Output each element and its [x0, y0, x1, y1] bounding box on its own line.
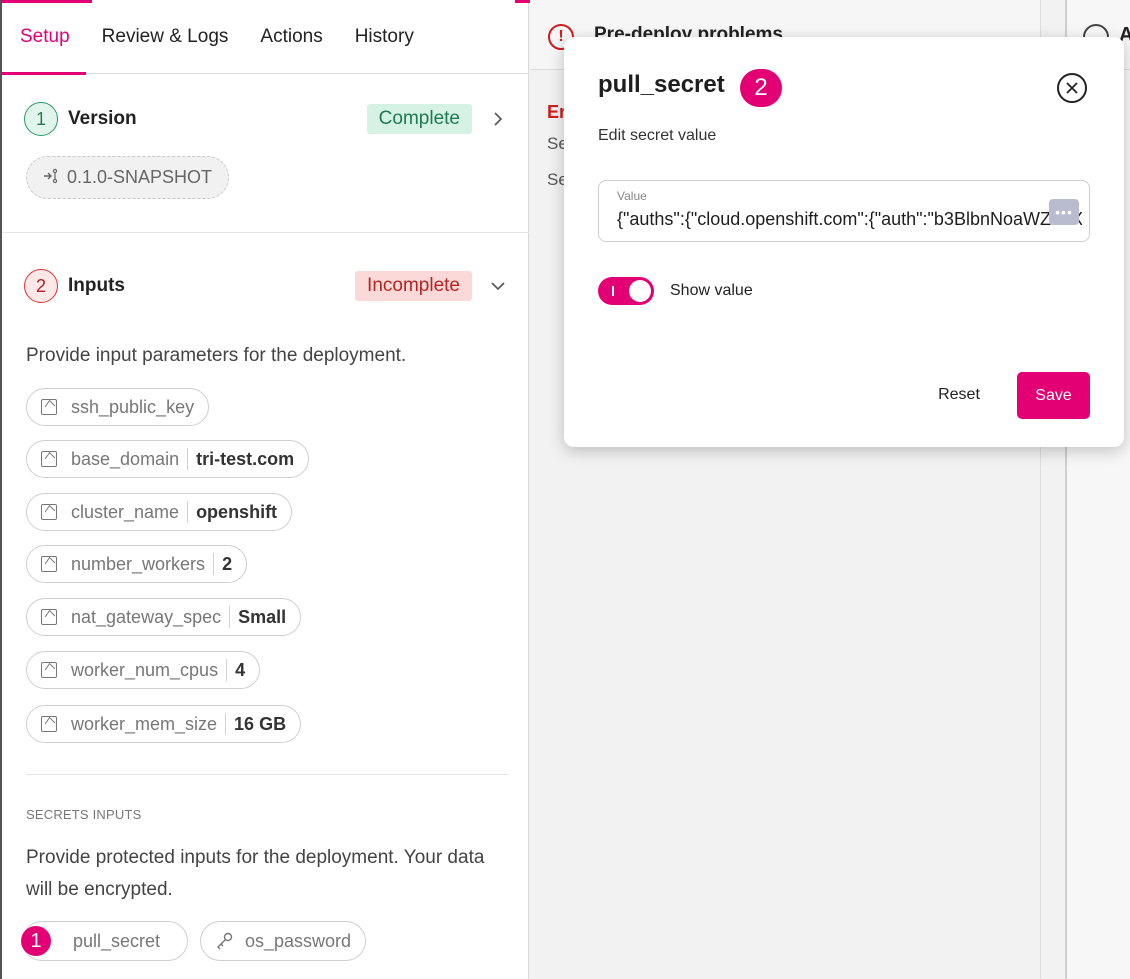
close-icon[interactable] — [1057, 73, 1087, 103]
show-value-label: Show value — [670, 282, 753, 299]
reset-button[interactable]: Reset — [924, 375, 994, 415]
popover-title: pull_secret — [598, 71, 725, 98]
step-marker-badge: 2 — [740, 69, 782, 107]
edit-icon — [41, 504, 57, 520]
inputs-description: Provide input parameters for the deploym… — [26, 345, 407, 366]
inputs-step-number: 2 — [24, 269, 58, 303]
secret-chip-os-password[interactable]: os_password — [200, 921, 367, 961]
input-value: tri-test.com — [196, 448, 295, 469]
edit-icon — [41, 399, 57, 415]
edit-icon — [41, 451, 57, 467]
input-chip-worker-num-cpus[interactable]: worker_num_cpus 4 — [26, 651, 261, 689]
chip-separator — [187, 448, 189, 470]
input-name: cluster_name — [71, 501, 180, 522]
input-chip-number-workers[interactable]: number_workers 2 — [26, 545, 248, 583]
input-value: Small — [238, 606, 287, 627]
toggle-knob — [629, 280, 651, 302]
version-title: Version — [68, 108, 137, 129]
input-chip-nat-gateway-spec[interactable]: nat_gateway_spec Small — [26, 598, 302, 636]
popover-subtitle: Edit secret value — [598, 127, 717, 144]
edit-secret-popover: pull_secret 2 Edit secret value Value {"… — [564, 37, 1124, 447]
edit-icon — [41, 609, 57, 625]
show-value-toggle[interactable] — [598, 277, 654, 305]
secret-name: pull_secret — [73, 930, 161, 951]
setup-panel: Setup Review & Logs Actions History 1 Ve… — [0, 0, 529, 979]
input-name: nat_gateway_spec — [71, 606, 222, 627]
secrets-heading: SECRETS INPUTS — [26, 807, 142, 822]
input-chip-ssh-public-key[interactable]: ssh_public_key — [26, 388, 210, 426]
input-chip-worker-mem-size[interactable]: worker_mem_size 16 GB — [26, 705, 302, 743]
secrets-description: Provide protected inputs for the deploym… — [26, 847, 485, 900]
secrets-divider — [26, 774, 508, 775]
inputs-title: Inputs — [68, 275, 125, 296]
step-marker-badge: 1 — [21, 926, 51, 956]
chip-separator — [226, 659, 228, 681]
input-value: 2 — [222, 553, 233, 574]
section-divider — [2, 232, 529, 233]
more-options-icon[interactable]: ••• — [1049, 199, 1079, 225]
input-value: 4 — [235, 659, 246, 680]
secret-chip-pull-secret[interactable]: 1 pull_secret — [21, 921, 188, 961]
chip-separator — [225, 713, 227, 735]
key-icon — [215, 931, 235, 951]
version-chip[interactable]: 0.1.0-SNAPSHOT — [26, 156, 230, 199]
input-chip-base-domain[interactable]: base_domain tri-test.com — [26, 440, 310, 478]
tab-review-logs[interactable]: Review & Logs — [86, 0, 245, 74]
chip-separator — [187, 501, 189, 523]
version-section-header[interactable]: 1 Version Complete — [24, 99, 508, 139]
tab-bar: Setup Review & Logs Actions History — [2, 0, 529, 75]
input-name: ssh_public_key — [71, 396, 195, 417]
edit-icon — [41, 556, 57, 572]
tab-history[interactable]: History — [339, 0, 430, 74]
save-button[interactable]: Save — [1017, 372, 1090, 419]
input-value: 16 GB — [234, 713, 287, 734]
input-value: openshift — [196, 501, 278, 522]
input-name: worker_num_cpus — [71, 659, 219, 680]
input-name: number_workers — [71, 553, 206, 574]
edit-icon — [41, 662, 57, 678]
chip-separator — [213, 553, 215, 575]
secret-name: os_password — [245, 930, 352, 951]
input-name: worker_mem_size — [71, 713, 218, 734]
tab-actions[interactable]: Actions — [244, 0, 338, 74]
version-status-badge: Complete — [366, 104, 472, 134]
tab-setup[interactable]: Setup — [2, 0, 86, 75]
chevron-down-icon[interactable] — [488, 276, 508, 296]
version-chip-label: 0.1.0-SNAPSHOT — [67, 167, 213, 187]
field-label: Value — [617, 189, 647, 203]
toggle-on-indicator — [612, 286, 614, 296]
edit-icon — [41, 716, 57, 732]
chevron-right-icon[interactable] — [488, 109, 508, 129]
version-step-number: 1 — [24, 102, 58, 136]
inputs-section-header[interactable]: 2 Inputs Incomplete — [24, 266, 508, 306]
input-chip-cluster-name[interactable]: cluster_name openshift — [26, 493, 293, 531]
version-branch-icon — [43, 168, 59, 187]
chip-separator — [229, 606, 231, 628]
secret-value-input[interactable]: {"auths":{"cloud.openshift.com":{"auth":… — [617, 209, 1082, 230]
input-name: base_domain — [71, 448, 180, 469]
inputs-status-badge: Incomplete — [355, 271, 472, 301]
secret-value-field[interactable]: Value {"auths":{"cloud.openshift.com":{"… — [598, 180, 1090, 242]
